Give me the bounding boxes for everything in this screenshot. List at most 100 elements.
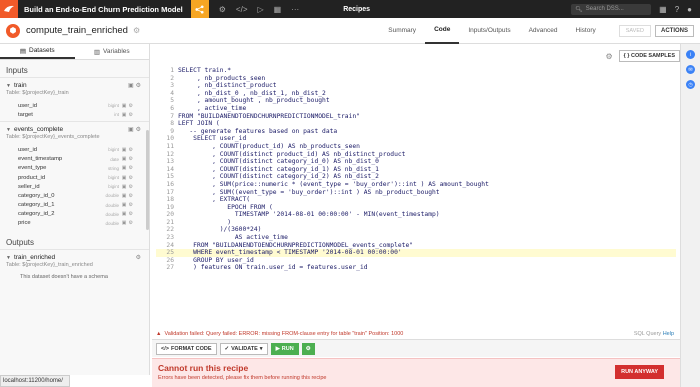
dataset-table: Table: ${projectKey}_train_enriched bbox=[6, 262, 93, 269]
column-actions-icon[interactable]: ▣⚙ bbox=[122, 211, 135, 217]
input-dataset-train[interactable]: ▼ train ▣⚙ Table: ${projectKey}_train bbox=[0, 78, 149, 98]
dss-logo[interactable] bbox=[0, 0, 18, 18]
column-row[interactable]: category_id_0 double ▣⚙ bbox=[18, 191, 143, 200]
run-options-gear-icon[interactable]: ⚙ bbox=[301, 342, 315, 355]
tab-code[interactable]: Code bbox=[425, 18, 460, 44]
collapse-triangle-icon[interactable]: ▼ bbox=[6, 255, 11, 261]
column-row[interactable]: category_id_2 double ▣⚙ bbox=[18, 210, 143, 219]
code-line[interactable]: 24 FROM "BUILDANENDTOENDCHURNPREDICTIONM… bbox=[156, 242, 676, 250]
code-line[interactable]: 7 FROM "BUILDANENDTOENDCHURNPREDICTIONMOD… bbox=[156, 113, 676, 121]
code-line[interactable]: 19 EPOCH FROM ( bbox=[156, 204, 676, 212]
code-line[interactable]: 5 , amount_bought , nb_product_bought bbox=[156, 97, 676, 105]
code-line[interactable]: 1 SELECT train.* bbox=[156, 67, 676, 75]
code-line[interactable]: 27 ) features ON train.user_id = feature… bbox=[156, 264, 676, 272]
code-line[interactable]: 26 GROUP BY user_id bbox=[156, 257, 676, 265]
code-line[interactable]: 18 , EXTRACT( bbox=[156, 196, 676, 204]
column-actions-icon[interactable]: ▣⚙ bbox=[122, 165, 135, 171]
column-actions-icon[interactable]: ▣⚙ bbox=[122, 103, 135, 109]
tab-summary[interactable]: Summary bbox=[379, 18, 425, 44]
editor-settings-gear-icon[interactable]: ⚙ bbox=[605, 52, 612, 61]
more-icon[interactable]: ··· bbox=[291, 5, 299, 14]
settings-gear-icon[interactable]: ⚙ bbox=[219, 5, 226, 14]
column-actions-icon[interactable]: ▣⚙ bbox=[122, 193, 135, 199]
project-title[interactable]: Build an End-to-End Churn Prediction Mod… bbox=[18, 5, 191, 14]
dataset-settings-icon[interactable]: ⚙ bbox=[136, 254, 143, 261]
code-line[interactable]: 23 AS active_time bbox=[156, 234, 676, 242]
code-line[interactable]: 22 )/(3600*24) bbox=[156, 226, 676, 234]
save-button[interactable]: SAVED bbox=[618, 24, 651, 37]
code-line[interactable]: 14 , COUNT(distinct category_id_1) AS nb… bbox=[156, 166, 676, 174]
column-row[interactable]: user_id bigint ▣⚙ bbox=[18, 101, 143, 110]
run-anyway-button[interactable]: RUN ANYWAY bbox=[615, 365, 664, 379]
tab-datasets[interactable]: ▤ Datasets bbox=[0, 44, 75, 59]
column-actions-icon[interactable]: ▣⚙ bbox=[122, 175, 135, 181]
left-panel-scrollbar[interactable] bbox=[146, 130, 149, 230]
column-actions-icon[interactable]: ▣⚙ bbox=[122, 202, 135, 208]
flow-icon[interactable] bbox=[190, 0, 209, 18]
input-dataset-events-complete[interactable]: ▼ events_complete ▣⚙ Table: ${projectKey… bbox=[0, 121, 149, 142]
column-row[interactable]: product_id bigint ▣⚙ bbox=[18, 173, 143, 182]
column-actions-icon[interactable]: ▣⚙ bbox=[122, 220, 135, 226]
section-label[interactable]: Recipes bbox=[343, 6, 370, 13]
column-row[interactable]: target int ▣⚙ bbox=[18, 110, 143, 119]
code-line[interactable]: 4 , nb_dist_0 , nb_dist_1, nb_dist_2 bbox=[156, 90, 676, 98]
column-row[interactable]: event_type string ▣⚙ bbox=[18, 164, 143, 173]
recipe-settings-icon[interactable]: ⚙ bbox=[133, 26, 140, 35]
search-input[interactable]: 🔍︎ Search DSS... bbox=[571, 3, 652, 15]
column-row[interactable]: seller_id bigint ▣⚙ bbox=[18, 182, 143, 191]
code-line[interactable]: 20 TIMESTAMP '2014-08-01 00:00:00' - MIN… bbox=[156, 211, 676, 219]
column-actions-icon[interactable]: ▣⚙ bbox=[122, 112, 135, 118]
code-line[interactable]: 15 , COUNT(distinct category_id_2) AS nb… bbox=[156, 173, 676, 181]
code-line[interactable]: 17 , SUM((event_type = 'buy_order')::int… bbox=[156, 189, 676, 197]
code-text: SELECT train.* bbox=[178, 67, 232, 74]
column-actions-icon[interactable]: ▣⚙ bbox=[122, 147, 135, 153]
code-line[interactable]: 6 , active_time bbox=[156, 105, 676, 113]
help-icon[interactable]: ? bbox=[675, 5, 679, 14]
code-lines[interactable]: 1 SELECT train.* 2 , nb_products_seen 3 , n… bbox=[156, 67, 676, 272]
code-line[interactable]: 3 , nb_distinct_product bbox=[156, 82, 676, 90]
format-code-button[interactable]: </> FORMAT CODE bbox=[156, 342, 217, 355]
discussions-icon[interactable]: ✉ bbox=[686, 65, 695, 74]
play-icon[interactable]: ▷ bbox=[258, 5, 264, 14]
code-line[interactable]: 10 SELECT user_id bbox=[156, 135, 676, 143]
code-line[interactable]: 13 , COUNT(distinct category_id_0) AS nb… bbox=[156, 158, 676, 166]
run-button[interactable]: ▶ RUN bbox=[270, 342, 299, 355]
code-line[interactable]: 11 , COUNT(product_id) AS nb_products_se… bbox=[156, 143, 676, 151]
code-line[interactable]: 8 LEFT JOIN ( bbox=[156, 120, 676, 128]
code-line[interactable]: 2 , nb_products_seen bbox=[156, 75, 676, 83]
info-icon[interactable]: i bbox=[686, 50, 695, 59]
tab-variables[interactable]: ▥ Variables bbox=[75, 44, 150, 59]
collapse-triangle-icon[interactable]: ▼ bbox=[6, 127, 11, 133]
user-avatar-icon[interactable]: ● bbox=[687, 5, 692, 14]
validate-button[interactable]: ✓ VALIDATE ▾ bbox=[219, 342, 268, 355]
collapse-triangle-icon[interactable]: ▼ bbox=[6, 83, 11, 89]
code-line[interactable]: 12 , COUNT(distinct product_id) AS nb_di… bbox=[156, 151, 676, 159]
column-row[interactable]: user_id bigint ▣⚙ bbox=[18, 145, 143, 154]
recipe-name[interactable]: compute_train_enriched bbox=[26, 25, 128, 36]
timeline-icon[interactable]: ◷ bbox=[686, 80, 695, 89]
actions-button[interactable]: ACTIONS bbox=[655, 24, 694, 37]
code-line[interactable]: 16 , SUM(price::numeric * (event_type = … bbox=[156, 181, 676, 189]
grid-apps-icon[interactable]: ▦ bbox=[659, 5, 667, 14]
code-line[interactable]: 9 -- generate features based on past dat… bbox=[156, 128, 676, 136]
column-actions-icon[interactable]: ▣⚙ bbox=[122, 184, 135, 190]
code-icon[interactable]: </> bbox=[236, 5, 248, 14]
dataset-actions-icon[interactable]: ▣⚙ bbox=[128, 126, 143, 133]
dataset-actions-icon[interactable]: ▣⚙ bbox=[128, 82, 143, 89]
output-dataset-train-enriched[interactable]: ▼ train_enriched ⚙ Table: ${projectKey}_… bbox=[0, 250, 149, 270]
sql-help-link[interactable]: Help bbox=[663, 331, 674, 337]
code-line[interactable]: 25 WHERE event_timestamp < TIMESTAMP '20… bbox=[156, 249, 676, 257]
tab-history[interactable]: History bbox=[567, 18, 605, 44]
code-samples-button[interactable]: { } CODE SAMPLES bbox=[618, 50, 680, 62]
column-row[interactable]: price double ▣⚙ bbox=[18, 219, 143, 228]
code-editor[interactable]: ⚙ { } CODE SAMPLES 1 SELECT train.* 2 , nb… bbox=[152, 44, 680, 344]
tab-inputs-outputs[interactable]: Inputs/Outputs bbox=[459, 18, 519, 44]
column-actions-icon[interactable]: ▣⚙ bbox=[122, 156, 135, 162]
column-row[interactable]: event_timestamp date ▣⚙ bbox=[18, 155, 143, 164]
dashboard-icon[interactable]: ▦ bbox=[274, 5, 282, 14]
tab-advanced[interactable]: Advanced bbox=[520, 18, 567, 44]
code-line[interactable]: 21 ) bbox=[156, 219, 676, 227]
status-bar-url: localhost:11200/home/ bbox=[0, 375, 70, 387]
column-type: date bbox=[110, 156, 119, 162]
column-row[interactable]: category_id_1 double ▣⚙ bbox=[18, 201, 143, 210]
